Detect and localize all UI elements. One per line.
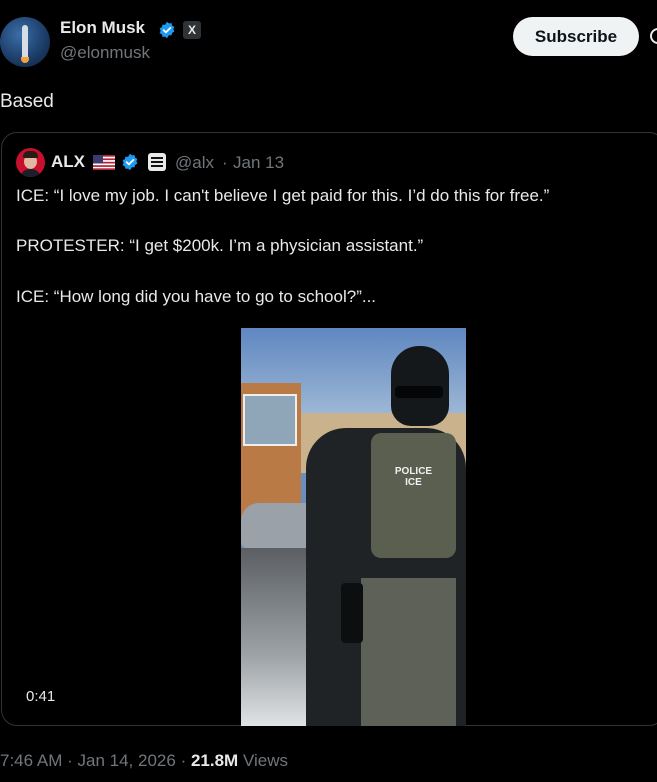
separator-dot: · (67, 751, 73, 770)
rocket-flame-graphic (21, 57, 29, 63)
video-tactical-vest (371, 433, 456, 558)
quoted-author-handle[interactable]: @alx (175, 153, 214, 173)
video-officer-legs (361, 578, 456, 726)
views-count: 21.8M (190, 751, 239, 770)
tweet-meta: 7:46 AM · Jan 14, 2026 · 21.8M Views (0, 751, 288, 771)
video-thumbnail[interactable]: POLICE ICE (241, 328, 466, 726)
quoted-text-line: ICE: “I love my job. I can't believe I g… (16, 186, 550, 205)
tweet-date[interactable]: Jan 14, 2026 (78, 751, 176, 770)
separator-dot: · (180, 751, 187, 770)
separator-dot: · (222, 153, 228, 172)
video-duration: 0:41 (26, 688, 56, 705)
author-avatar[interactable] (0, 17, 50, 67)
video-holster (341, 583, 363, 643)
quoted-author-name[interactable]: ALX (51, 152, 85, 172)
rocket-graphic (22, 25, 28, 59)
quoted-author-avatar[interactable] (16, 148, 45, 177)
video-vest-label: POLICE ICE (394, 466, 433, 488)
views-label: Views (242, 751, 288, 770)
affiliate-badge-icon (148, 153, 166, 171)
more-icon[interactable] (650, 28, 657, 44)
author-handle[interactable]: @elonmusk (60, 43, 150, 63)
quoted-text-line: ICE: “How long did you have to go to sch… (16, 287, 377, 306)
avatar-hair (23, 151, 38, 158)
tweet-text: Based (0, 91, 54, 112)
avatar-shirt (20, 169, 41, 177)
us-flag-icon (93, 155, 115, 170)
video-sunglasses (395, 386, 443, 398)
quoted-text-line: PROTESTER: “I get $200k. I’m a physician… (16, 236, 424, 255)
verified-icon (122, 153, 138, 171)
video-window (243, 394, 297, 446)
tweet-time[interactable]: 7:46 AM (0, 751, 62, 770)
x-affiliate-icon: X (183, 21, 201, 39)
verified-icon (159, 21, 175, 39)
quoted-date[interactable]: Jan 13 (233, 153, 284, 173)
subscribe-button[interactable]: Subscribe (513, 17, 639, 56)
author-name[interactable]: Elon Musk (60, 18, 145, 38)
